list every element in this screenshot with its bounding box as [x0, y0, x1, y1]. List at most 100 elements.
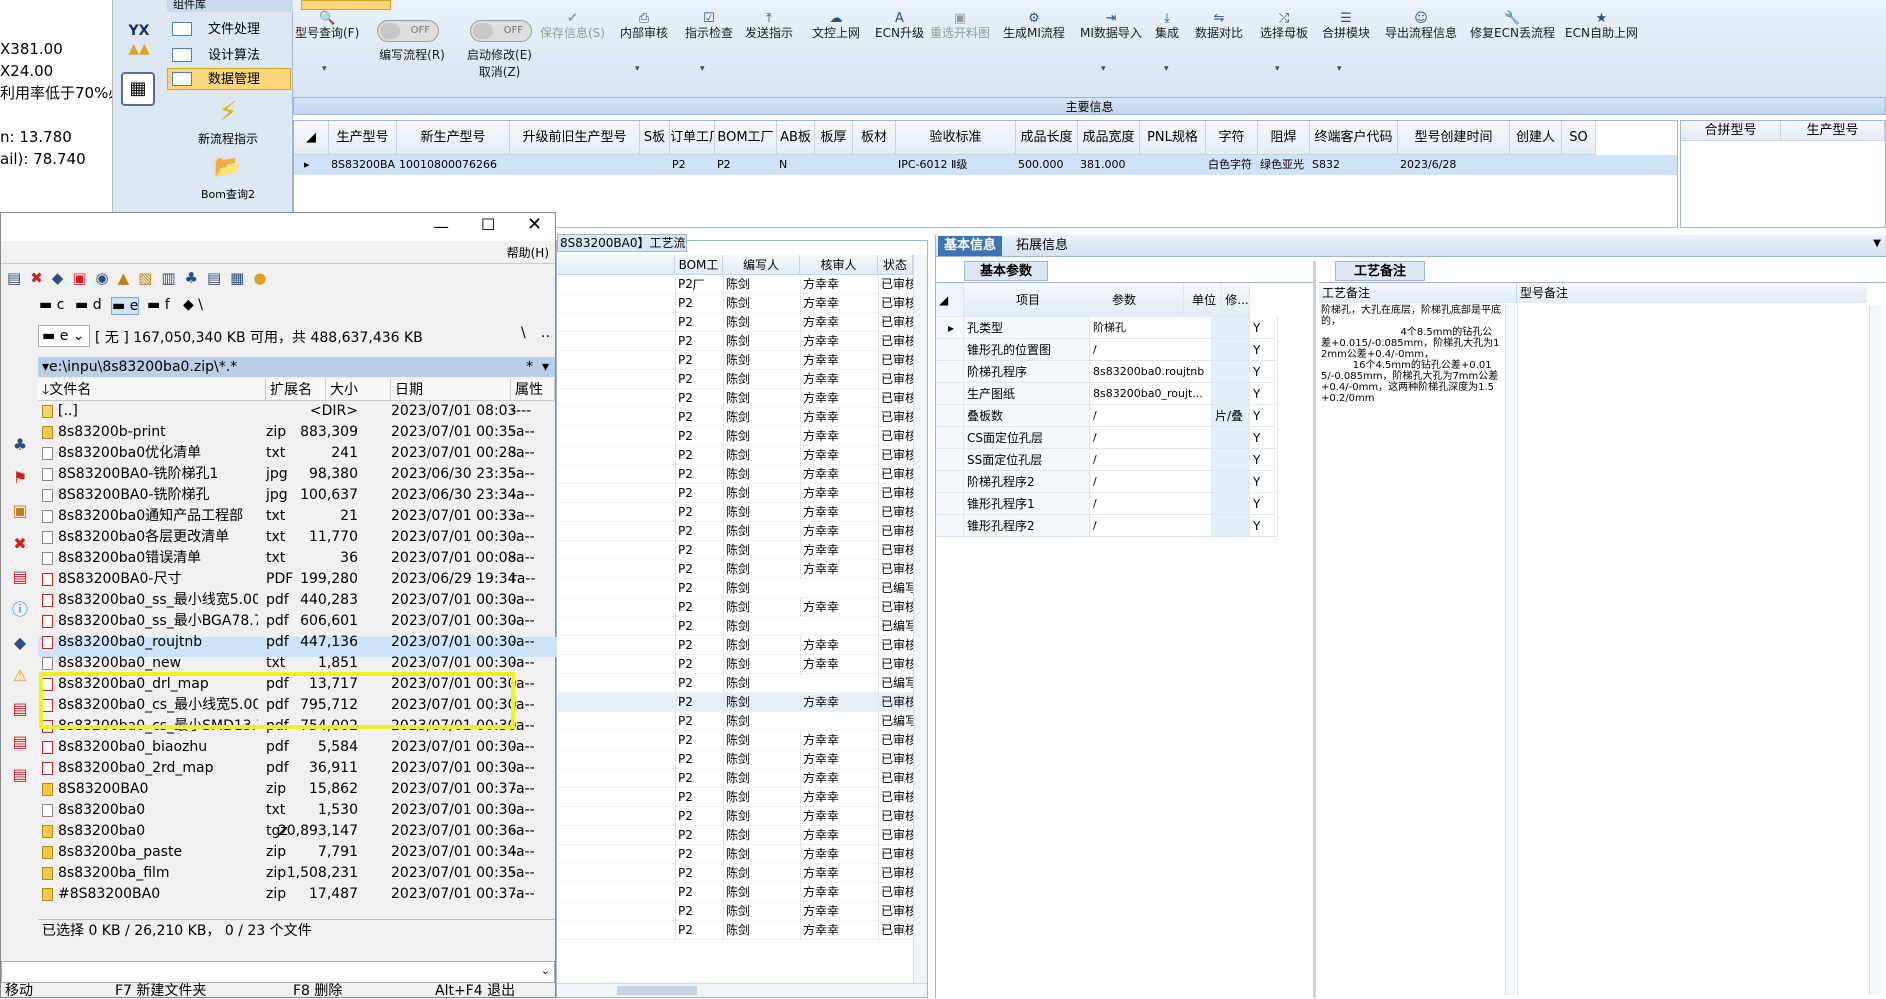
fkey-delete-button[interactable]: F8 删除 [293, 983, 342, 999]
process-row[interactable]: 外包装P2陈剑方幸幸已审核 [557, 902, 913, 921]
table-cell[interactable]: P2 [672, 155, 713, 175]
toggle-switch[interactable]: OFF [470, 20, 532, 42]
column-header[interactable]: 编写人 [723, 255, 800, 275]
process-row[interactable]: 终检P2陈剑方幸幸已审核 [557, 750, 913, 769]
column-header[interactable]: 扩展名 [266, 379, 326, 401]
param-value[interactable]: / [1090, 515, 1212, 537]
process-row[interactable]: 板边包胶P2陈剑方幸幸已审核 [557, 522, 913, 541]
column-header[interactable]: 成品宽度 [1078, 121, 1140, 155]
param-row[interactable]: 锥形孔的位置图 / Y [936, 339, 1314, 361]
column-header[interactable]: 新生产型号 [397, 121, 510, 155]
nav-top-tab[interactable]: 组件库 [167, 0, 293, 12]
table-cell[interactable]: P2 [717, 155, 775, 175]
toolbar-button[interactable]: 🔍 型号查询(F) [295, 12, 359, 42]
file-row[interactable]: 8S83200BA0-尺寸 PDF 199,280 2023/06/29 19:34 r… [38, 569, 557, 590]
chevron-down-icon[interactable]: ▼ [1873, 238, 1881, 249]
file-row[interactable]: 8S83200BA0 zip 15,862 2023/07/01 00:37 -a-- [38, 779, 557, 800]
table-cell[interactable]: 2023/6/28 [1400, 155, 1508, 175]
file-row[interactable]: 8s83200ba0_roujtnb pdf 447,136 2023/07/01 0… [38, 632, 557, 653]
chevron-down-icon[interactable]: ▾ [1275, 64, 1280, 74]
tab-extended-info[interactable]: 拓展信息 [1010, 236, 1074, 256]
process-row[interactable]: 字符P2陈剑方幸幸已审核 [557, 446, 913, 465]
file-row[interactable]: 8S83200BA0-铣阶梯孔1 jpg 98,380 2023/06/30 23:3… [38, 464, 557, 485]
table-cell[interactable]: 500.000 [1018, 155, 1076, 175]
drive-button[interactable]: ◆ \ [183, 297, 203, 313]
fkey-newfolder-button[interactable]: F7 新建文件夹 [115, 983, 206, 999]
chevron-down-icon[interactable]: ▾ [1101, 64, 1106, 74]
column-header[interactable]: BOM工厂 [675, 255, 723, 292]
nav-item-data-management[interactable]: 数据管理 [167, 68, 291, 90]
toolbar-button[interactable]: ★ ECN自助上网 [1565, 12, 1638, 42]
param-value[interactable]: 8s83200ba0.roujtnb [1090, 361, 1212, 383]
command-line[interactable]: ⌄ [1, 961, 555, 983]
column-header[interactable]: 订单工厂 [670, 121, 715, 155]
chevron-down-icon[interactable]: ▾ [635, 64, 640, 74]
column-header[interactable]: 生产型号 [329, 121, 397, 155]
file-row[interactable]: 8s83200ba0 tgz 20,893,147 2023/07/01 00:36-… [38, 821, 557, 842]
vertical-scrollbar[interactable] [913, 255, 927, 983]
column-header[interactable]: AB板 [777, 121, 815, 155]
chevron-down-icon[interactable]: ▾ [1164, 64, 1169, 74]
file-row[interactable]: 8s83200ba0 txt 1,530 2023/07/01 00:30 -a-- [38, 800, 557, 821]
table-cell[interactable]: 绿色亚光 [1260, 155, 1308, 175]
param-row[interactable]: SS面定位孔层 / Y [936, 449, 1314, 471]
param-row[interactable]: 锥形孔程序1/ Y [936, 493, 1314, 515]
column-header[interactable]: 合拼型号 [1681, 121, 1781, 141]
table-row[interactable]: ▸ 8S83200BA0 10010800076266 P2 P2 N IPC-6012 Ⅱ… [294, 155, 1677, 175]
toolbar-button[interactable]: A ECN升级 [875, 12, 924, 42]
process-row[interactable]: 功能检查P2陈剑方幸幸已审核 [557, 769, 913, 788]
process-row[interactable]: 预烘P2陈剑方幸幸已审核 [557, 370, 913, 389]
horizontal-scrollbar[interactable] [557, 983, 927, 997]
bom-query-button[interactable]: 📂 Bom查询2 [173, 152, 283, 202]
file-row[interactable]: 8s83200ba0_ss_最小BGA78.74 pdf 606,601 2023/0… [38, 611, 557, 632]
file-toolbar[interactable]: ▤✖◆▣◉▲▧▥♣▤▦● [7, 269, 407, 293]
file-row[interactable]: 8s83200ba0_2rd_map pdf 36,911 2023/07/01 00… [38, 758, 557, 779]
drive-button[interactable]: ▬ f [147, 297, 170, 313]
toolbar-button[interactable]: ⤮ 选择母板 [1260, 12, 1308, 42]
column-header[interactable]: 验收标准 [896, 121, 1016, 155]
process-row[interactable]: 低阻测试1P2陈剑方幸幸已审核 [557, 294, 913, 313]
tab-process-remarks[interactable]: 工艺备注 [1335, 261, 1425, 281]
column-header[interactable]: 大小 [326, 379, 391, 401]
table-cell[interactable]: IPC-6012 Ⅱ级 [898, 155, 1014, 175]
help-menu[interactable]: 帮助(H) [507, 244, 549, 261]
table-cell[interactable]: 白色字符 [1208, 155, 1256, 175]
file-row[interactable]: 8s83200b-print zip 883,309 2023/07/01 00:35… [38, 422, 557, 443]
param-value[interactable]: / [1090, 405, 1212, 427]
toolbar-button[interactable]: 启动修改(E) 取消(Z) [452, 47, 547, 81]
column-header[interactable]: 终端客户代码 [1310, 121, 1398, 155]
toolbar-button[interactable]: ⤒ 发送指示 [745, 12, 793, 42]
process-row[interactable]: 钻孔2P2陈剑方幸幸已审核 [557, 636, 913, 655]
param-row[interactable]: CS面定位孔层 / Y [936, 427, 1314, 449]
file-row[interactable]: 8S83200BA0-铣阶梯孔 jpg 100,637 2023/06/30 23:3… [38, 485, 557, 506]
parent-button[interactable]: .. [541, 325, 550, 341]
param-row[interactable]: 锥形孔程序2/ Y [936, 515, 1314, 537]
process-row[interactable]: 铣板P2陈剑已编写 [557, 712, 913, 731]
column-header[interactable]: 状态 [878, 255, 913, 275]
toolbar-button[interactable]: ☰ 合拼模块 [1322, 12, 1370, 42]
toolbar-button[interactable]: ☁ 文控上网 [812, 12, 860, 42]
minimize-icon[interactable]: — [433, 217, 449, 236]
calculator-icon[interactable]: ▦ [121, 72, 155, 106]
toolbar-button[interactable]: 编写流程(R) [367, 47, 457, 64]
fkey-move-button[interactable]: 移动 [5, 983, 33, 999]
model-remarks-scrollbar[interactable] [1869, 305, 1881, 995]
table-cell[interactable]: N [779, 155, 813, 175]
file-row[interactable]: 8s83200ba0_biaozhu pdf 5,584 2023/07/01 00:… [38, 737, 557, 758]
fkey-exit-button[interactable]: Alt+F4 退出 [435, 983, 515, 999]
remarks-scrollbar[interactable] [1505, 305, 1515, 995]
column-header[interactable]: 阻焊 [1258, 121, 1310, 155]
maximize-icon[interactable]: ☐ [481, 215, 495, 234]
column-header[interactable]: 修... [1222, 283, 1250, 317]
chevron-down-icon[interactable]: ▾ [1337, 64, 1342, 74]
process-row[interactable]: 终固化P2陈剑方幸幸已审核 [557, 465, 913, 484]
column-header[interactable]: 核审人 [800, 255, 878, 275]
process-row[interactable]: 出库P2陈剑方幸幸已审核 [557, 921, 913, 940]
column-header[interactable]: 升级前旧生产型号 [510, 121, 640, 155]
param-row[interactable]: 生产图纸 8s83200ba0_roujt... Y [936, 383, 1314, 405]
file-row[interactable]: 8s83200ba_film zip 1,508,231 2023/07/01 00:… [38, 863, 557, 884]
active-window-tab[interactable] [301, 0, 391, 10]
param-value[interactable]: 阶梯孔 [1090, 317, 1212, 339]
column-header[interactable]: 型号创建时间 [1398, 121, 1510, 155]
chevron-down-icon[interactable]: ▾ [322, 64, 327, 74]
